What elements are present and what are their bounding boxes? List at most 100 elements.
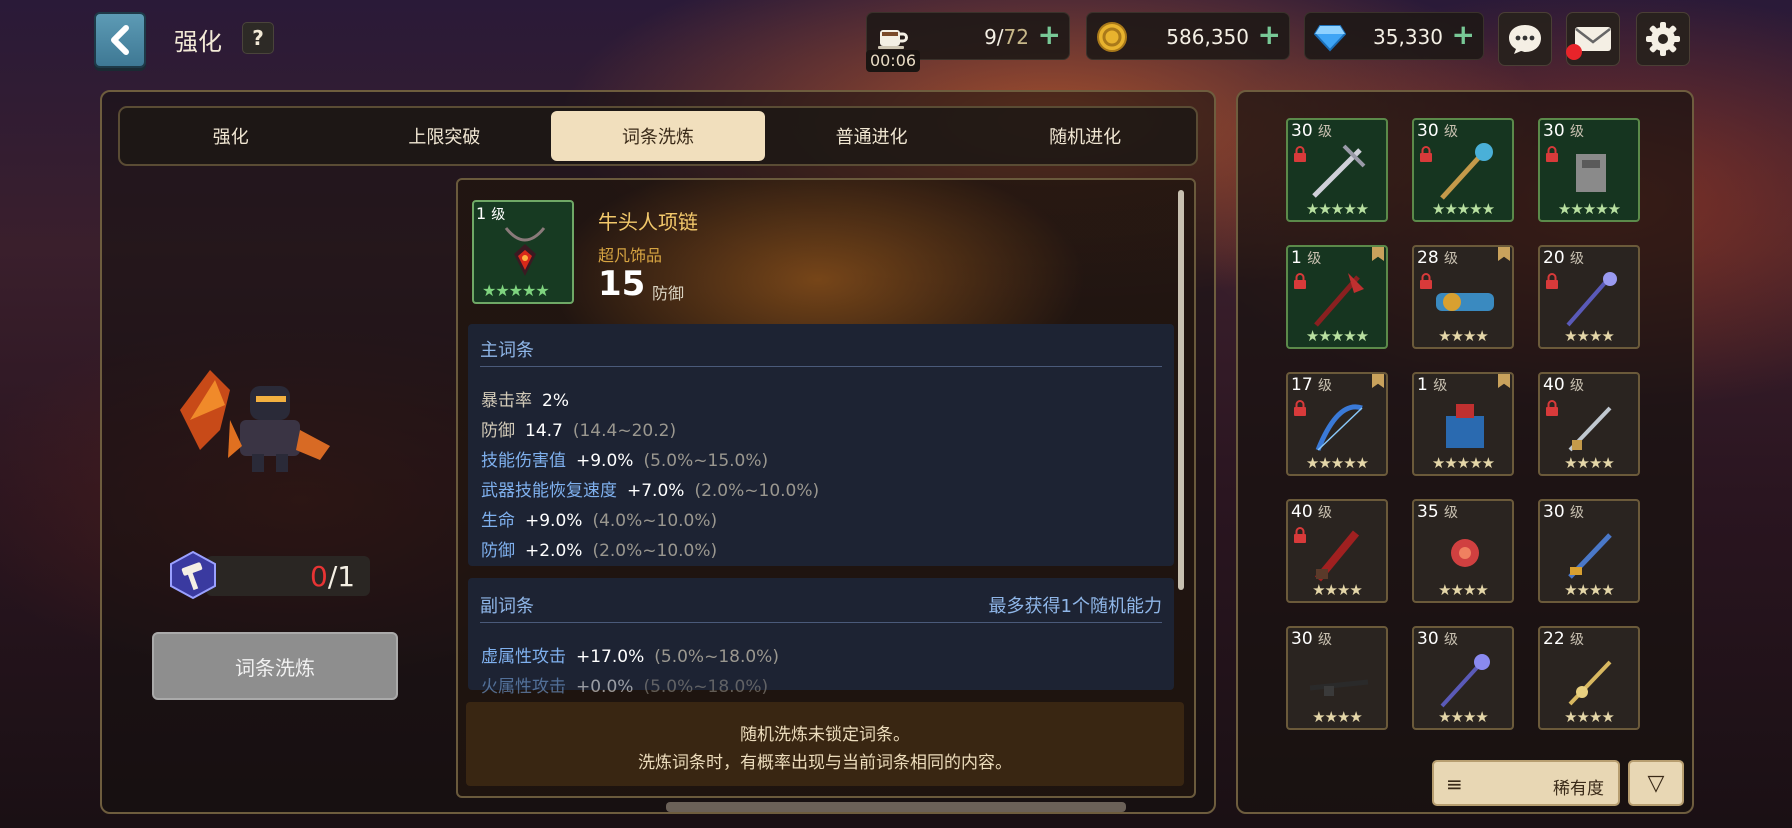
equipment-icon — [1440, 654, 1490, 708]
slot-level: 30 级 — [1291, 629, 1333, 649]
equipment-icon — [1446, 404, 1484, 448]
inventory-slot[interactable]: 1 级 ★★★★★ — [1286, 245, 1388, 349]
slot-level: 20 级 — [1543, 248, 1585, 268]
item-level: 1 — [476, 204, 487, 223]
mail-notification-dot — [1566, 44, 1582, 60]
slot-level: 40 级 — [1543, 375, 1585, 395]
inventory-slot[interactable]: 17 级 ★★★★★ — [1286, 372, 1388, 476]
main-affix-row: 技能伤害值 +9.0% (5.0%~15.0%) — [481, 451, 769, 471]
item-stat-value: 15 — [598, 264, 646, 304]
back-icon — [111, 25, 129, 55]
slot-stars: ★★★★ — [1564, 454, 1615, 472]
tab-random-evolve[interactable]: 随机进化 — [978, 111, 1192, 161]
chat-icon — [1509, 25, 1541, 54]
slot-stars: ★★★★ — [1564, 708, 1615, 726]
back-button[interactable] — [94, 12, 146, 68]
slot-stars: ★★★★★ — [1305, 454, 1369, 472]
inventory-slot[interactable]: 35 级 ★★★★ — [1412, 499, 1514, 603]
inventory-slot[interactable]: 30 级 ★★★★★ — [1412, 118, 1514, 222]
material-need: /1 — [327, 560, 356, 593]
equipment-icon — [1568, 406, 1612, 452]
material-have: 0 — [310, 560, 328, 593]
gear-icon — [1646, 22, 1680, 56]
tab-enhance[interactable]: 强化 — [124, 111, 338, 161]
equipment-icon — [1451, 539, 1479, 567]
inventory-slot[interactable]: 30 级 ★★★★★ — [1286, 118, 1388, 222]
slot-stars: ★★★★★ — [1431, 200, 1495, 218]
inventory-slot[interactable]: 20 级 ★★★★ — [1538, 245, 1640, 349]
add-stamina-button[interactable]: + — [1038, 21, 1061, 49]
inventory-slot[interactable]: 40 级 ★★★★ — [1286, 499, 1388, 603]
sub-affix-note: 最多获得1个随机能力 — [988, 596, 1162, 617]
divider — [480, 366, 1162, 367]
slot-level: 35 级 — [1417, 502, 1459, 522]
slot-stars: ★★★★ — [1564, 327, 1615, 345]
item-rarity: 超凡饰品 — [598, 246, 663, 265]
slot-stars: ★★★★ — [1564, 581, 1615, 599]
slot-level: 30 级 — [1291, 121, 1333, 141]
item-thumbnail: 1 级 ★★★★★ — [472, 200, 574, 304]
main-affix-row: 防御 14.7 (14.4~20.2) — [481, 421, 677, 441]
equipment-icon — [1566, 272, 1617, 327]
slot-stars: ★★★★ — [1438, 327, 1489, 345]
material-cost: 0/1 — [310, 560, 355, 593]
equipment-icon — [1436, 293, 1494, 311]
notice-line: 随机洗炼未锁定词条。 — [740, 725, 910, 745]
character-sprite — [170, 350, 350, 480]
add-gold-button[interactable]: + — [1258, 21, 1281, 49]
tab-affix-refine[interactable]: 词条洗炼 — [551, 111, 765, 161]
equipment-icon — [1315, 404, 1363, 451]
page-title: 强化 — [174, 28, 222, 56]
slot-stars: ★★★★★ — [1305, 327, 1369, 345]
item-stat-label: 防御 — [652, 284, 685, 303]
main-affix-row: 防御 +2.0% (2.0%~10.0%) — [481, 541, 718, 561]
gold-display: 586,350 + — [1086, 12, 1290, 60]
equipment-icon — [1309, 679, 1369, 696]
horizontal-scrollbar[interactable] — [666, 802, 1126, 812]
inventory-slot[interactable]: 22 级 ★★★★ — [1538, 626, 1640, 730]
sort-label: 稀有度 — [1553, 779, 1604, 799]
slot-level: 1 级 — [1291, 248, 1322, 268]
slot-level: 40 级 — [1291, 502, 1333, 522]
filter-button[interactable]: ▽ — [1628, 760, 1684, 806]
bookmark-icon — [1372, 247, 1384, 261]
help-button[interactable]: ? — [242, 22, 274, 54]
inventory-slot[interactable]: 1 级 ★★★★★ — [1412, 372, 1514, 476]
slot-level: 30 级 — [1417, 629, 1459, 649]
settings-button[interactable] — [1636, 12, 1690, 66]
slot-stars: ★★★★ — [1438, 708, 1489, 726]
inventory-slot[interactable]: 30 级 ★★★★ — [1538, 499, 1640, 603]
slot-stars: ★★★★★ — [1305, 200, 1369, 218]
slot-level: 1 级 — [1417, 375, 1448, 395]
tab-limit-break[interactable]: 上限突破 — [338, 111, 552, 161]
detail-scrollbar[interactable] — [1178, 190, 1184, 590]
slot-stars: ★★★★ — [1312, 581, 1363, 599]
chat-button[interactable] — [1498, 12, 1552, 66]
inventory-slot[interactable]: 30 级 ★★★★★ — [1538, 118, 1640, 222]
equipment-icon — [1576, 154, 1606, 192]
equipment-icon — [1314, 530, 1360, 582]
inventory-slot[interactable]: 30 级 ★★★★ — [1286, 626, 1388, 730]
hammer-icon — [168, 550, 218, 600]
bookmark-icon — [1372, 374, 1384, 388]
equipment-icon — [1568, 533, 1612, 579]
necklace-icon — [504, 227, 546, 276]
diamond-icon — [1311, 19, 1349, 55]
inventory-slot[interactable]: 30 级 ★★★★ — [1412, 626, 1514, 730]
main-affix-header: 主词条 — [480, 340, 534, 361]
menu-icon: ≡ — [1446, 772, 1463, 796]
slot-level: 17 级 — [1291, 375, 1333, 395]
tab-normal-evolve[interactable]: 普通进化 — [765, 111, 979, 161]
inventory-slot[interactable]: 28 级 ★★★★ — [1412, 245, 1514, 349]
refine-button[interactable]: 词条洗炼 — [152, 632, 398, 700]
inventory-slot[interactable]: 40 级 ★★★★ — [1538, 372, 1640, 476]
divider — [480, 622, 1162, 623]
slot-stars: ★★★★★ — [1431, 454, 1495, 472]
slot-level: 28 级 — [1417, 248, 1459, 268]
slot-level: 30 级 — [1543, 121, 1585, 141]
sort-button[interactable]: ≡ 稀有度 — [1432, 760, 1620, 806]
add-gems-button[interactable]: + — [1452, 21, 1475, 49]
stamina-separator: / — [996, 25, 1004, 49]
coin-icon — [1093, 19, 1131, 55]
equipment-icon — [1568, 660, 1612, 706]
